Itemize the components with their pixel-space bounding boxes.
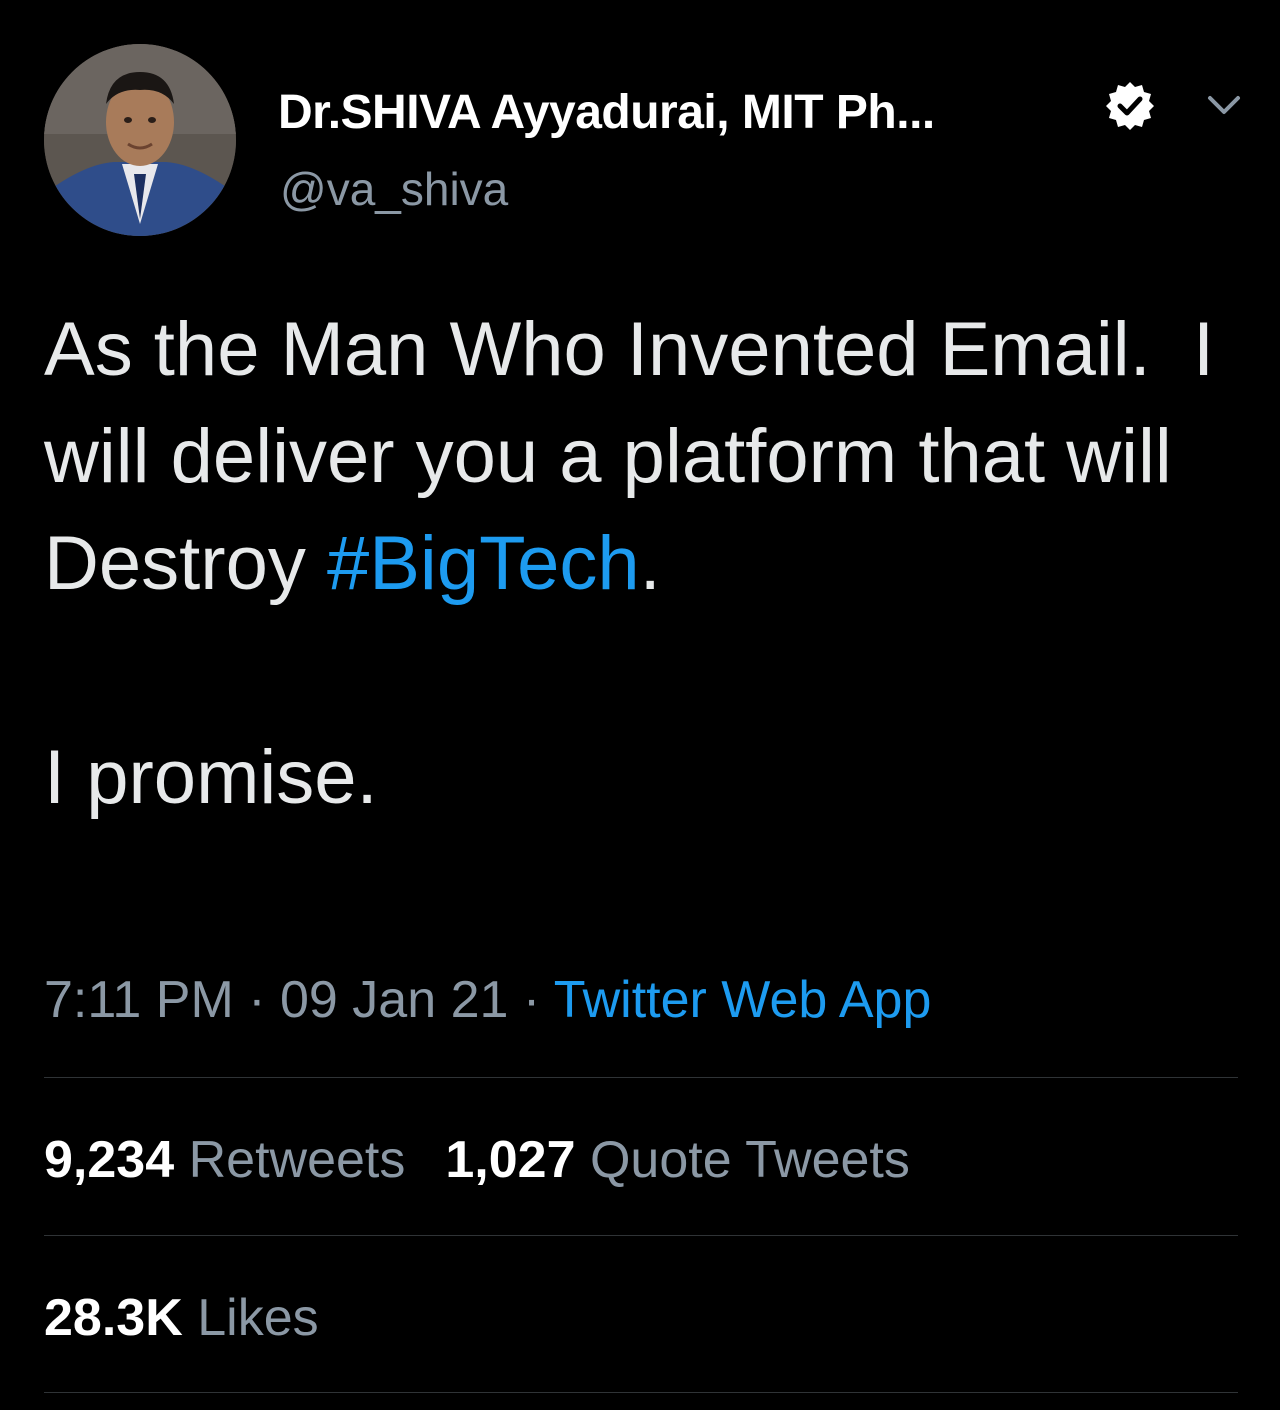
verified-badge-icon [1102,78,1158,134]
avatar-image [44,44,236,236]
meta-separator: · [233,971,281,1029]
likes-row: 28.3K Likes [44,1278,319,1358]
meta-separator: · [508,971,554,1029]
display-name[interactable]: Dr.SHIVA Ayyadurai, MIT Ph... [278,85,935,140]
avatar[interactable] [44,44,236,236]
divider [44,1392,1238,1393]
tweet-detail: Dr.SHIVA Ayyadurai, MIT Ph... @va_shiva … [0,0,1280,1410]
tweet-text: As the Man Who Invented Email. I will de… [44,296,1224,831]
chevron-down-icon[interactable] [1204,86,1244,126]
tweet-date[interactable]: 09 Jan 21 [280,971,508,1029]
tweet-header: Dr.SHIVA Ayyadurai, MIT Ph... @va_shiva [44,44,1244,240]
quote-tweets-stat[interactable]: 1,027 Quote Tweets [445,1131,910,1189]
stats-row: 9,234 Retweets 1,027 Quote Tweets [44,1120,910,1200]
quotes-count: 1,027 [445,1131,576,1189]
tweet-text-punctuation: . [639,521,661,606]
name-row: Dr.SHIVA Ayyadurai, MIT Ph... [278,72,935,152]
likes-label: Likes [197,1289,319,1347]
hashtag-link[interactable]: #BigTech [327,521,640,606]
divider [44,1077,1238,1078]
user-handle[interactable]: @va_shiva [280,162,508,216]
tweet-time[interactable]: 7:11 PM [44,971,234,1029]
tweet-meta: 7:11 PM · 09 Jan 21 · Twitter Web App [44,962,931,1038]
retweets-count: 9,234 [44,1131,175,1189]
likes-stat[interactable]: 28.3K Likes [44,1289,319,1347]
divider [44,1235,1238,1236]
tweet-source-link[interactable]: Twitter Web App [554,971,932,1029]
tweet-text-second-paragraph: I promise. [44,735,378,820]
retweets-label: Retweets [188,1131,406,1189]
quotes-label: Quote Tweets [589,1131,910,1189]
retweets-stat[interactable]: 9,234 Retweets [44,1131,405,1189]
likes-count: 28.3K [44,1289,183,1347]
